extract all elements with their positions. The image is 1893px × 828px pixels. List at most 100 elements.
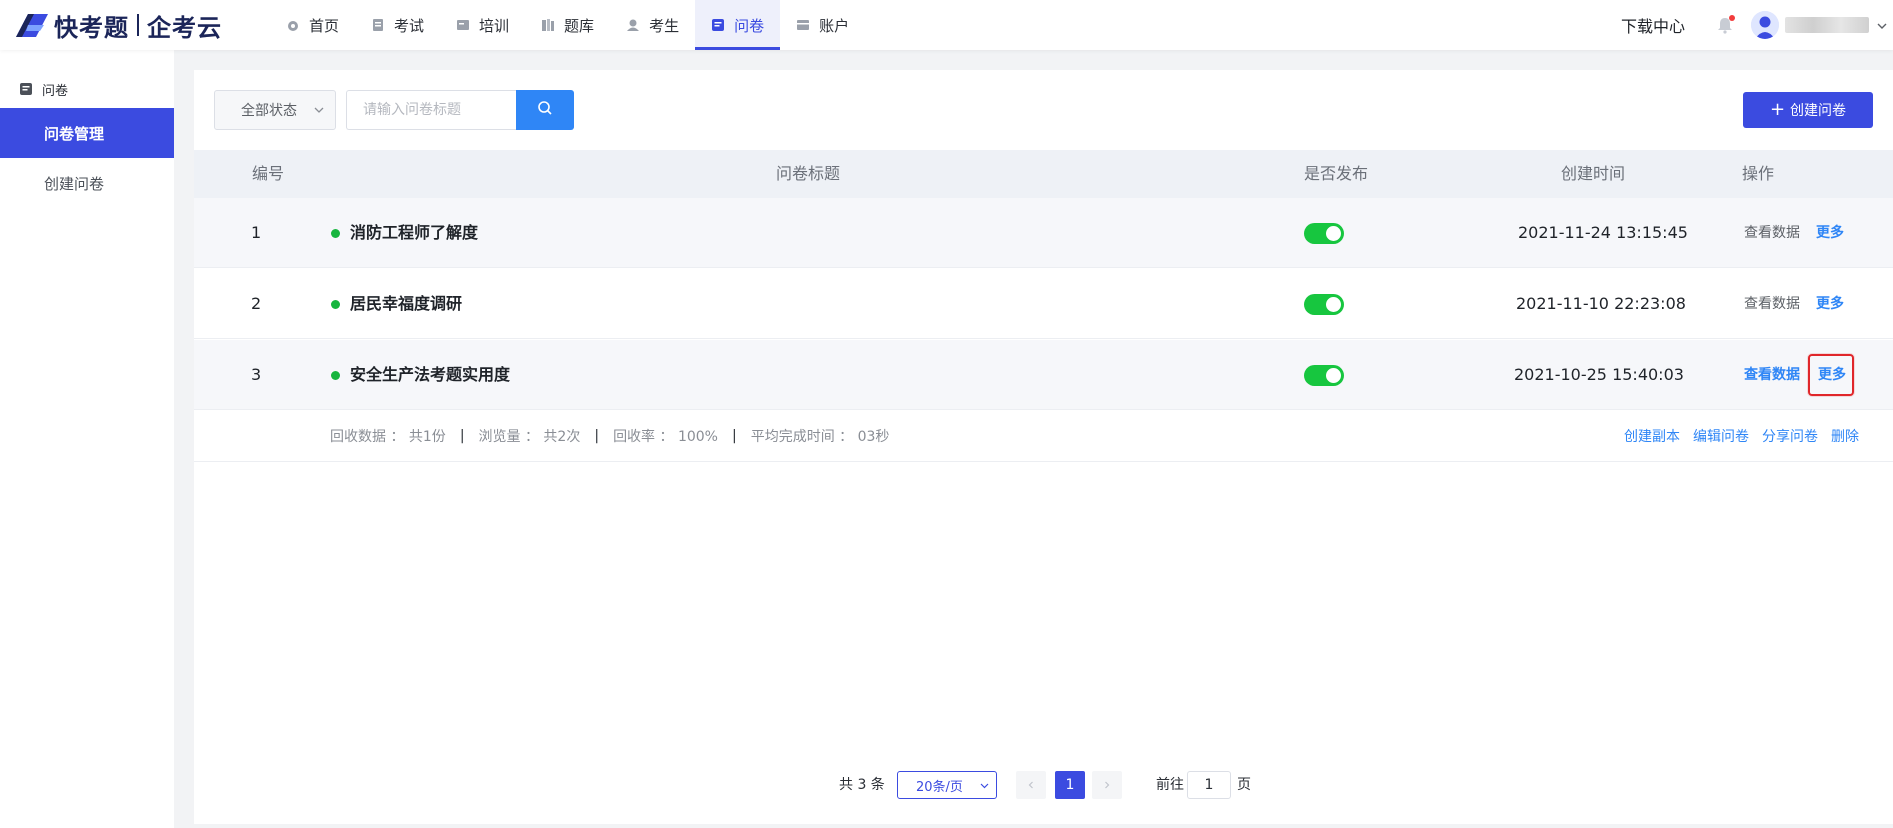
username-redacted[interactable] [1785, 17, 1869, 33]
publish-toggle[interactable] [1304, 294, 1344, 315]
nav-item-question-bank[interactable]: 题库 [525, 0, 610, 50]
nav-label: 题库 [564, 16, 595, 35]
home-icon [286, 18, 300, 32]
survey-group-icon [19, 82, 33, 96]
goto-page-input[interactable] [1187, 771, 1231, 799]
nav-label: 培训 [479, 16, 510, 35]
row-title[interactable]: 安全生产法考题实用度 [331, 340, 510, 410]
create-copy-link[interactable]: 创建副本 [1624, 426, 1680, 446]
publish-toggle[interactable] [1304, 223, 1344, 244]
main-nav: 首页 考试 培训 题库 考生 问卷 账户 [270, 0, 865, 50]
user-avatar[interactable] [1751, 11, 1779, 39]
page-size-value: 20条/页 [916, 779, 963, 795]
row-title[interactable]: 消防工程师了解度 [331, 198, 478, 268]
delete-link[interactable]: 删除 [1831, 426, 1859, 446]
edit-survey-link[interactable]: 编辑问卷 [1693, 426, 1749, 446]
nav-item-survey[interactable]: 问卷 [695, 0, 781, 50]
page-number-button[interactable]: 1 [1055, 771, 1085, 799]
account-icon [796, 18, 810, 32]
nav-item-training[interactable]: 培训 [440, 0, 525, 50]
status-dot [331, 228, 340, 238]
column-header-id: 编号 [252, 164, 285, 183]
goto-suffix-label: 页 [1237, 777, 1251, 793]
more-link[interactable]: 更多 [1816, 198, 1844, 268]
create-survey-label: 创建问卷 [1790, 103, 1847, 119]
logo-separator [137, 14, 139, 36]
nav-label: 考试 [394, 16, 425, 35]
notification-dot [1729, 15, 1735, 21]
next-page-button[interactable] [1092, 771, 1122, 799]
question-bank-icon [541, 18, 555, 32]
row-title-text: 消防工程师了解度 [350, 223, 479, 242]
table-row: 3 安全生产法考题实用度 2021-10-25 15:40:03 查看数据 更多 [194, 340, 1893, 410]
goto-label: 前往 [1156, 777, 1184, 793]
publish-toggle[interactable] [1304, 365, 1344, 386]
row-title-text: 安全生产法考题实用度 [350, 365, 511, 384]
stat-separator: | [594, 428, 600, 444]
row-id: 2 [251, 294, 262, 313]
nav-item-exam[interactable]: 考试 [355, 0, 440, 50]
logo[interactable]: 快考题 企考云 [14, 8, 222, 42]
column-header-actions: 操作 [1742, 164, 1775, 183]
page-size-select[interactable]: 20条/页 [897, 771, 997, 799]
toggle-knob [1326, 226, 1341, 241]
nav-item-account[interactable]: 账户 [780, 0, 865, 50]
view-data-link[interactable]: 查看数据 [1744, 198, 1800, 268]
nav-item-home[interactable]: 首页 [270, 0, 355, 50]
logo-product-text: 企考云 [147, 13, 222, 42]
notification-bell-icon[interactable] [1715, 15, 1735, 35]
search-icon [537, 100, 553, 120]
sidebar-group-survey: 问卷 [0, 70, 174, 108]
main-panel: 全部状态 + 创建问卷 编号 问卷标题 是否发布 创建时间 操作 1 消防工程师… [194, 70, 1893, 824]
search-input[interactable] [346, 90, 516, 130]
row-created-time: 2021-11-24 13:15:45 [1518, 223, 1688, 242]
survey-actions: 创建副本 编辑问卷 分享问卷 删除 [1611, 410, 1859, 462]
row-title[interactable]: 居民幸福度调研 [331, 269, 462, 339]
column-header-published: 是否发布 [1304, 164, 1369, 183]
table-row: 2 居民幸福度调研 2021-11-10 22:23:08 查看数据 更多 [194, 269, 1893, 339]
logo-mark-icon [14, 11, 50, 39]
stat-separator: | [732, 428, 737, 444]
row-created-time: 2021-10-25 15:40:03 [1514, 365, 1684, 384]
sidebar-item-survey-management[interactable]: 问卷管理 [0, 108, 174, 158]
sidebar: 问卷 问卷管理 创建问卷 [0, 50, 174, 828]
survey-icon [711, 18, 725, 32]
download-center-link[interactable]: 下载中心 [1621, 13, 1685, 37]
row-id: 3 [251, 365, 262, 384]
status-dot [331, 299, 340, 309]
chevron-down-icon[interactable] [1875, 18, 1889, 32]
stat-avg-time: 平均完成时间 ： 03秒 [750, 429, 890, 445]
training-icon [456, 18, 470, 32]
nav-label: 账户 [819, 16, 850, 35]
share-survey-link[interactable]: 分享问卷 [1762, 426, 1818, 446]
expanded-row-details: 回收数据 ： 共1份 | 浏览量 ： 共2次 | 回收率 ： 100% | 平均… [194, 410, 1893, 462]
status-filter-value: 全部状态 [241, 103, 297, 119]
plus-icon: + [1769, 99, 1786, 120]
sidebar-group-label: 问卷 [42, 83, 69, 99]
row-title-text: 居民幸福度调研 [350, 294, 463, 313]
status-dot [331, 370, 340, 380]
sidebar-item-create-survey[interactable]: 创建问卷 [0, 158, 174, 208]
pagination-total: 共 3 条 [839, 777, 885, 793]
column-header-title: 问卷标题 [776, 164, 841, 183]
more-link[interactable]: 更多 [1816, 269, 1844, 339]
status-filter-select[interactable]: 全部状态 [214, 90, 336, 130]
nav-label: 首页 [309, 16, 340, 35]
pagination: 共 3 条 20条/页 1 前往 页 [194, 770, 1893, 800]
column-header-created: 创建时间 [1561, 164, 1626, 183]
create-survey-button[interactable]: + 创建问卷 [1743, 92, 1873, 128]
view-data-link[interactable]: 查看数据 [1744, 340, 1800, 410]
search-button[interactable] [516, 90, 574, 130]
examinee-icon [626, 18, 640, 32]
prev-page-button[interactable] [1016, 771, 1046, 799]
view-data-link[interactable]: 查看数据 [1744, 269, 1800, 339]
logo-brand-text: 快考题 [54, 13, 129, 42]
header-actions: 下载中心 [1621, 0, 1893, 50]
top-bar: 快考题 企考云 首页 考试 培训 题库 考生 问卷 账户 下载中心 [0, 0, 1893, 50]
toggle-knob [1326, 297, 1341, 312]
row-created-time: 2021-11-10 22:23:08 [1516, 294, 1686, 313]
nav-item-examinee[interactable]: 考生 [610, 0, 695, 50]
chevron-right-icon [1105, 781, 1110, 789]
stat-responses: 回收数据 ： 共1份 [330, 429, 446, 445]
more-link[interactable]: 更多 [1818, 340, 1846, 410]
